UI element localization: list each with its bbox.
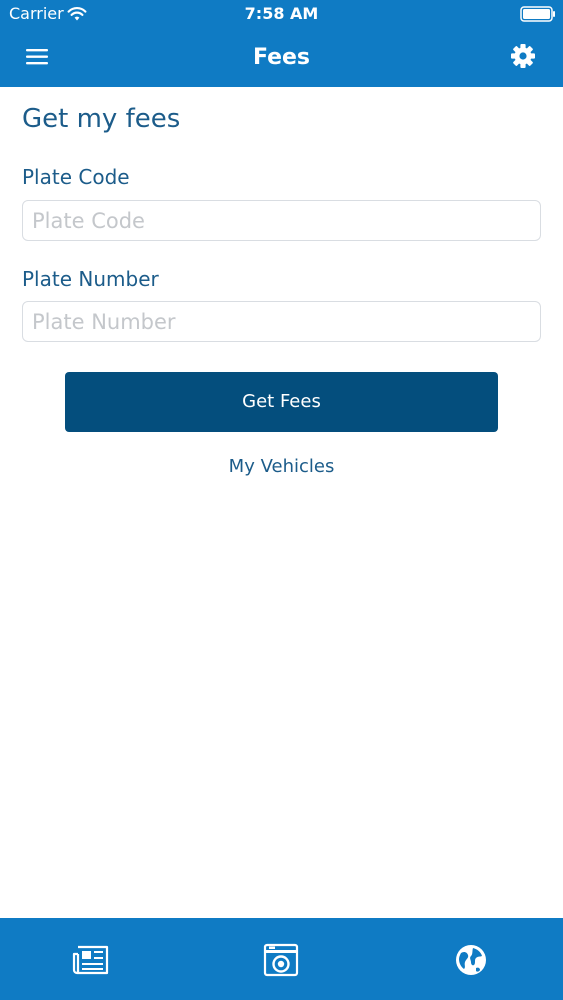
page-header-title: Fees bbox=[252, 45, 311, 70]
plate-code-label: Plate Code bbox=[22, 165, 130, 189]
plate-number-input[interactable] bbox=[22, 301, 541, 342]
top-bar: Carrier 7:58 AM Fees bbox=[0, 0, 563, 87]
status-time: 7:58 AM bbox=[244, 4, 319, 23]
page-title: Get my fees bbox=[22, 104, 181, 134]
globe-icon[interactable] bbox=[451, 940, 491, 980]
tab-bar bbox=[0, 918, 563, 1000]
get-fees-button[interactable]: Get Fees bbox=[65, 372, 498, 432]
battery-icon bbox=[520, 6, 556, 22]
status-bar: Carrier 7:58 AM bbox=[0, 0, 563, 28]
plate-code-input[interactable] bbox=[22, 200, 541, 241]
gear-icon[interactable] bbox=[509, 42, 537, 70]
camera-icon[interactable] bbox=[261, 940, 301, 980]
plate-number-label: Plate Number bbox=[22, 267, 159, 291]
nav-bar: Fees bbox=[0, 28, 563, 87]
my-vehicles-link[interactable]: My Vehicles bbox=[0, 456, 563, 478]
news-icon[interactable] bbox=[71, 940, 111, 980]
